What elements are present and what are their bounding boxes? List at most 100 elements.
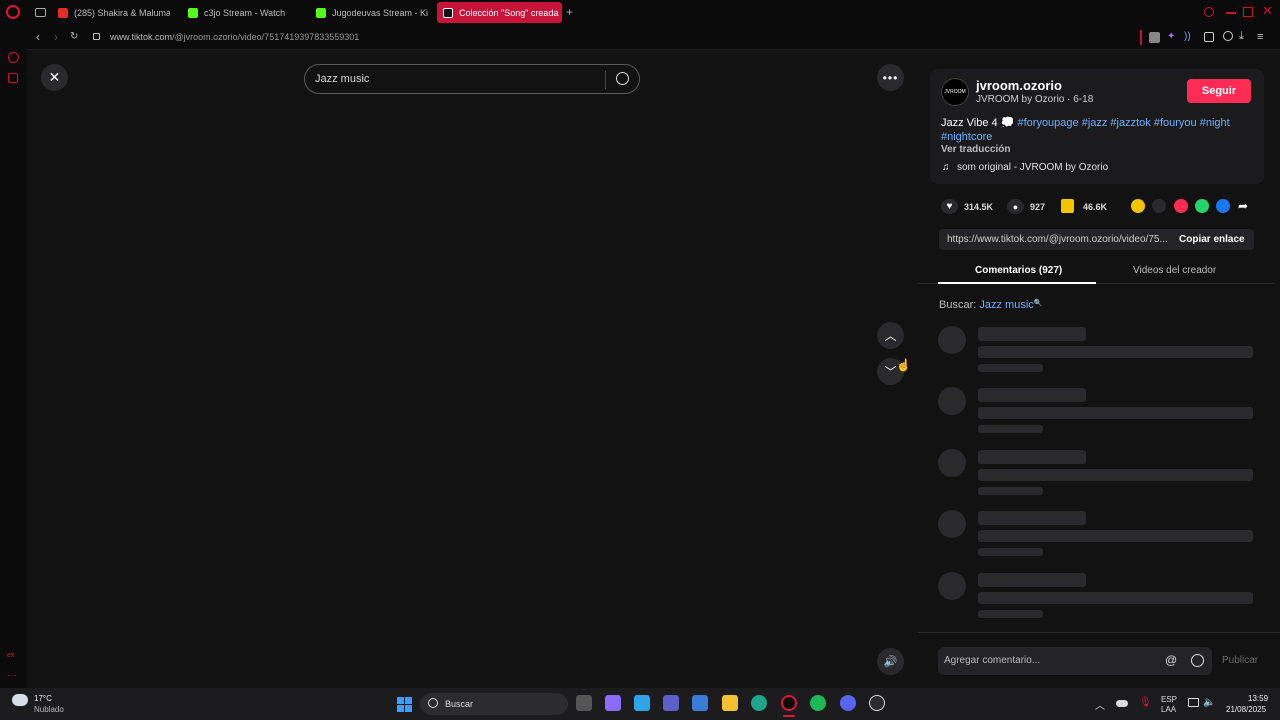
more-sidebar-icon[interactable]: ··· <box>7 670 17 681</box>
skeleton-line <box>978 610 1043 618</box>
file-explorer-icon[interactable] <box>722 695 738 711</box>
extension-icon[interactable] <box>1149 32 1160 43</box>
video-player[interactable] <box>28 50 918 688</box>
taskbar-search[interactable] <box>420 693 568 715</box>
skeleton-line <box>978 469 1253 481</box>
tab-creator-videos[interactable]: Videos del creador <box>1133 265 1216 276</box>
avatar[interactable]: JVROOM <box>941 78 969 106</box>
close-video-button[interactable]: ✕ <box>41 64 68 91</box>
audio-extension-icon[interactable]: )) <box>1184 31 1191 42</box>
bag-icon[interactable] <box>8 73 18 83</box>
clock-time[interactable]: 13:59 <box>1248 694 1268 703</box>
discord-icon[interactable] <box>840 695 856 711</box>
skeleton-line <box>978 548 1043 556</box>
video-search-bar[interactable]: Jazz music <box>304 64 640 94</box>
tab-active-underline <box>938 282 1096 284</box>
tab-youtube[interactable]: (285) Shakira & Maluma - <box>52 2 170 23</box>
kick-icon <box>188 7 198 18</box>
url-host: www.tiktok.com <box>110 32 173 42</box>
weather-temp: 17°C <box>34 694 52 703</box>
volume-button[interactable]: 🔊 <box>877 648 904 675</box>
music-note-icon: ♫ <box>942 162 950 173</box>
share-arrow-icon[interactable]: ➦ <box>1238 199 1248 213</box>
bookmark-button[interactable] <box>1061 199 1074 213</box>
task-view-icon[interactable] <box>576 695 592 711</box>
previous-video-button[interactable]: ︿ <box>877 322 904 349</box>
puzzle-icon[interactable] <box>1204 32 1214 42</box>
active-app-indicator <box>783 715 795 717</box>
comment-button[interactable]: ● <box>1007 199 1024 214</box>
new-tab-button[interactable]: + <box>566 5 573 19</box>
emoji-icon[interactable] <box>1191 654 1204 667</box>
back-icon[interactable]: ‹ <box>36 30 40 44</box>
opera-taskbar-icon[interactable] <box>781 695 797 711</box>
profile-icon[interactable] <box>1223 31 1233 41</box>
taskbar-search-icon <box>428 698 438 708</box>
embed-icon[interactable] <box>1152 199 1166 213</box>
tab-jugodeuvas[interactable]: Jugodeuvas Stream - Kic <box>310 2 428 23</box>
volume-tray-icon[interactable]: 🔈 <box>1203 697 1215 708</box>
windows-start-icon[interactable] <box>397 697 412 712</box>
send-icon[interactable] <box>1174 199 1188 213</box>
opera-logo-icon[interactable] <box>6 5 20 19</box>
lock-icon <box>93 33 100 40</box>
edge-icon[interactable] <box>751 695 767 711</box>
skeleton-line <box>978 487 1043 495</box>
mention-icon[interactable]: @ <box>1165 653 1177 667</box>
teams-icon[interactable] <box>663 695 679 711</box>
tab-c3jo[interactable]: c3jo Stream - Watch <box>182 2 300 23</box>
taskbar-search-label: Buscar <box>445 699 474 709</box>
clock-date[interactable]: 21/08/2025 <box>1226 705 1266 714</box>
chatgpt-icon[interactable] <box>869 695 885 711</box>
caption-text: Jazz Vibe 4 💭 <box>941 117 1015 129</box>
search-input[interactable]: Jazz music <box>315 73 369 85</box>
language-secondary[interactable]: LAA <box>1161 705 1176 714</box>
weather-condition: Nublado <box>34 705 64 714</box>
onedrive-icon[interactable] <box>1116 700 1128 707</box>
tab-overview-icon[interactable] <box>35 8 46 17</box>
skeleton-avatar <box>938 449 966 477</box>
maximize-button[interactable] <box>1243 7 1253 17</box>
search-term-link[interactable]: Jazz music <box>979 299 1033 311</box>
copy-link-button[interactable]: Copiar enlace <box>1179 234 1245 245</box>
aria-icon[interactable] <box>8 52 19 63</box>
network-icon[interactable] <box>1188 698 1199 707</box>
address-bar: ‹ › ↻ www.tiktok.com/@jvroom.ozorio/vide… <box>26 25 1280 50</box>
weather-icon[interactable] <box>12 694 28 706</box>
tab-label: c3jo Stream - Watch <box>204 7 286 18</box>
whatsapp-icon[interactable] <box>1195 199 1209 213</box>
video-link[interactable]: https://www.tiktok.com/@jvroom.ozorio/vi… <box>947 234 1169 245</box>
copilot-icon[interactable] <box>605 695 621 711</box>
download-icon[interactable]: ⤓ <box>1239 30 1244 43</box>
username[interactable]: jvroom.ozorio <box>976 78 1062 93</box>
more-options-button[interactable]: ••• <box>877 64 904 91</box>
minimize-button[interactable] <box>1226 12 1236 14</box>
menu-icon[interactable]: ≡ <box>1257 31 1263 43</box>
tab-tiktok-active[interactable]: Colección "Song" creada <box>437 2 562 23</box>
language-primary[interactable]: ESP <box>1161 695 1177 704</box>
skeleton-avatar <box>938 510 966 538</box>
like-button[interactable]: ♥ <box>941 199 958 214</box>
coin-share-icon[interactable] <box>1131 199 1145 213</box>
tray-chevron-icon[interactable]: ︿ <box>1095 697 1105 712</box>
extension-ai-icon[interactable]: ✦ <box>1167 31 1175 42</box>
facebook-icon[interactable] <box>1216 199 1230 213</box>
forward-icon[interactable]: › <box>54 30 58 44</box>
microphone-icon[interactable]: 🎙 <box>1139 697 1152 708</box>
search-tabs-icon[interactable] <box>1204 7 1214 17</box>
browser-app-icon[interactable] <box>634 695 650 711</box>
comment-search-label: Buscar: Jazz music🔍 <box>939 299 1042 311</box>
sound-name[interactable]: som original - JVROOM by Ozorio <box>957 162 1108 173</box>
publish-button[interactable]: Publicar <box>1222 655 1258 666</box>
url-field[interactable]: www.tiktok.com/@jvroom.ozorio/video/7517… <box>110 32 359 42</box>
tab-comments[interactable]: Comentarios (927) <box>975 265 1062 276</box>
follow-button[interactable]: Seguir <box>1187 79 1251 103</box>
see-translation-link[interactable]: Ver traducción <box>941 144 1010 155</box>
store-icon[interactable] <box>692 695 708 711</box>
search-icon[interactable] <box>616 72 629 85</box>
spotify-icon[interactable] <box>810 695 826 711</box>
reload-icon[interactable]: ↻ <box>70 31 78 42</box>
sidebar-badge-icon[interactable]: ex <box>7 652 14 659</box>
kick-icon <box>316 7 326 18</box>
close-window-button[interactable]: ✕ <box>1262 3 1273 19</box>
